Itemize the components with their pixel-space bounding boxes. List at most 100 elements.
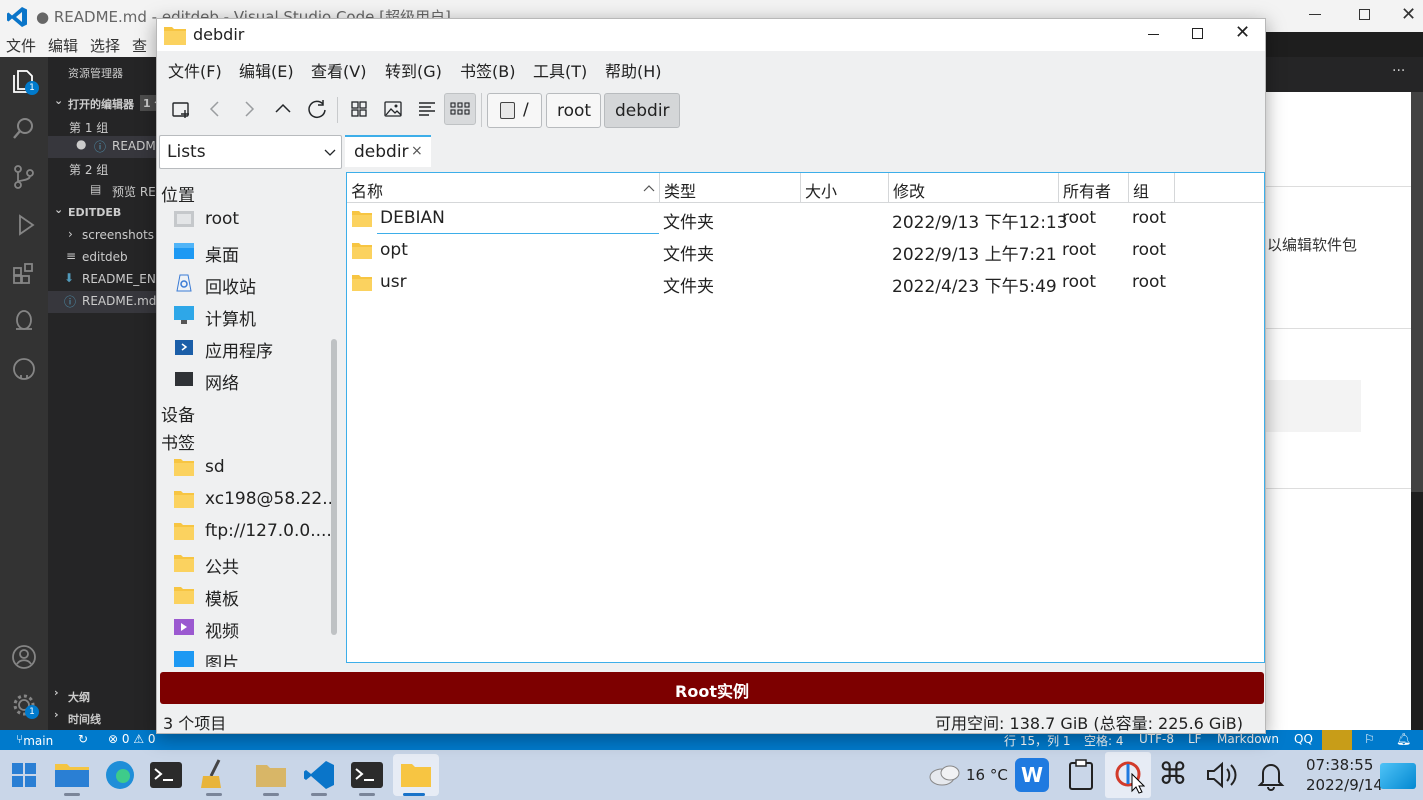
show-desktop-icon[interactable]	[1380, 763, 1416, 789]
file-row-opt[interactable]: opt 文件夹 2022/9/13 上午7:21 root root	[347, 235, 1264, 267]
new-tab-button[interactable]	[166, 94, 196, 124]
command-icon[interactable]: ⌘	[1158, 760, 1188, 790]
folder-section[interactable]: ⌄ EDITDEB	[48, 203, 160, 225]
column-type[interactable]: 类型	[660, 173, 801, 203]
preview-icon: ▤	[90, 182, 102, 196]
more-actions-icon[interactable]: ···	[1392, 63, 1405, 79]
applications-icon	[175, 340, 193, 355]
icons-view-button[interactable]	[344, 94, 374, 124]
explorer-panel: 资源管理器 ⌄ 打开的编辑器 1 个 第 1 组 ●ⓘREADME 第 2 组 …	[48, 57, 160, 730]
encoding-status[interactable]: UTF-8	[1139, 732, 1174, 746]
taskbar-folder[interactable]	[250, 754, 292, 796]
clock-time[interactable]: 07:38:55	[1306, 756, 1373, 774]
files-icon[interactable]: 1	[10, 67, 39, 95]
restore-icon[interactable]	[1359, 9, 1370, 20]
close-icon[interactable]: ✕	[1235, 22, 1250, 43]
taskbar-dolphin[interactable]	[393, 754, 439, 796]
copilot-status-icon[interactable]	[1322, 730, 1352, 750]
vscode-logo-icon	[7, 7, 27, 27]
github-icon[interactable]	[10, 355, 38, 383]
column-owner[interactable]: 所有者	[1059, 173, 1129, 203]
wps-icon[interactable]: W	[1015, 758, 1049, 792]
eol-status[interactable]: LF	[1188, 732, 1202, 746]
branch-status[interactable]: ⑂ main	[16, 732, 53, 748]
breadcrumb-root-device[interactable]: /	[487, 93, 542, 128]
column-group[interactable]: 组	[1129, 173, 1175, 203]
menu-edit[interactable]: 编辑(E)	[239, 58, 294, 82]
maximize-icon[interactable]	[1192, 28, 1203, 39]
language-status[interactable]: Markdown	[1217, 732, 1279, 746]
open-editors-section[interactable]: ⌄ 打开的编辑器 1 个	[48, 94, 160, 116]
notification-bell-icon[interactable]	[1256, 759, 1286, 791]
file-row-debian[interactable]: DEBIAN 文件夹 2022/9/13 下午12:13 root root	[347, 203, 1264, 235]
tab-close-icon[interactable]: ×	[411, 143, 423, 159]
vscode-menu-select[interactable]: 选择	[90, 35, 120, 56]
open-editor-preview[interactable]: ▤ 预览 RE	[48, 180, 160, 202]
tab-debdir[interactable]: debdir ×	[345, 135, 431, 167]
start-button[interactable]	[3, 754, 45, 796]
details-view-button[interactable]	[412, 94, 442, 124]
tree-item-screenshots[interactable]: › screenshots	[48, 225, 160, 247]
column-name[interactable]: 名称	[347, 173, 660, 203]
free-space[interactable]: 可用空间: 138.7 GiB (总容量: 225.6 GiB)	[935, 710, 1243, 734]
compact-view-button[interactable]	[444, 93, 476, 125]
file-row-usr[interactable]: usr 文件夹 2022/4/23 下午5:49 root root	[347, 267, 1264, 299]
menu-bookmarks[interactable]: 书签(B)	[460, 58, 515, 82]
sync-icon[interactable]: ↻	[78, 732, 88, 746]
weather-temp[interactable]: 16 °C	[966, 766, 1008, 784]
weather-icon[interactable]	[928, 763, 962, 787]
forward-button[interactable]	[234, 94, 264, 124]
places-scrollbar[interactable]	[331, 339, 337, 635]
clipboard-icon[interactable]	[1066, 759, 1096, 791]
run-debug-icon[interactable]	[10, 211, 38, 239]
qq-status[interactable]: QQ	[1294, 732, 1313, 746]
taskbar-terminal[interactable]	[145, 754, 187, 796]
taskbar-terminal-2[interactable]	[346, 754, 388, 796]
feedback-icon[interactable]: ⚐	[1364, 732, 1375, 746]
extensions-icon[interactable]	[10, 259, 38, 287]
clock-date[interactable]: 2022/9/14	[1306, 776, 1383, 794]
menu-help[interactable]: 帮助(H)	[605, 58, 662, 82]
menu-go[interactable]: 转到(G)	[385, 58, 442, 82]
cursor-position[interactable]: 行 15，列 1	[1004, 732, 1071, 749]
preview-button[interactable]	[378, 94, 408, 124]
volume-icon[interactable]	[1205, 760, 1241, 790]
minimize-icon[interactable]	[1309, 14, 1321, 15]
outline-section[interactable]: › 大纲	[48, 686, 160, 708]
problems-status[interactable]: ⊗ 0 ⚠ 0	[108, 732, 156, 746]
breadcrumb-root[interactable]: root	[546, 93, 601, 128]
column-size[interactable]: 大小	[801, 173, 889, 203]
breadcrumb-debdir[interactable]: debdir	[604, 93, 680, 128]
qq-icon[interactable]	[10, 307, 38, 335]
chevron-down-icon	[324, 149, 336, 156]
column-modified[interactable]: 修改	[889, 173, 1059, 203]
places-panel-selector[interactable]: Lists	[159, 135, 342, 169]
vscode-menu-edit[interactable]: 编辑	[48, 35, 78, 56]
close-icon[interactable]: ✕	[1401, 4, 1416, 25]
account-icon[interactable]	[10, 643, 38, 671]
tree-item-readme-en[interactable]: ⬇ README_EN	[48, 269, 160, 291]
tree-item-editdeb[interactable]: ≡ editdeb	[48, 247, 160, 269]
source-control-icon[interactable]	[10, 163, 38, 191]
menu-view[interactable]: 查看(V)	[311, 58, 366, 82]
taskbar-file-explorer[interactable]	[51, 754, 93, 796]
back-button[interactable]	[200, 94, 230, 124]
menu-tools[interactable]: 工具(T)	[533, 58, 587, 82]
indent-status[interactable]: 空格: 4	[1084, 732, 1124, 749]
vscode-menu-file[interactable]: 文件	[6, 35, 36, 56]
settings-gear-icon[interactable]: 1	[10, 691, 39, 719]
reload-button[interactable]	[302, 94, 332, 124]
taskbar-vscode[interactable]	[298, 754, 340, 796]
taskbar-cleaner[interactable]	[193, 754, 235, 796]
open-editor-readme[interactable]: ● ⓘ README	[48, 136, 160, 158]
timeline-section[interactable]: › 时间线	[48, 708, 160, 730]
minimize-icon[interactable]	[1148, 34, 1159, 35]
up-button[interactable]	[268, 94, 298, 124]
taskbar-edge[interactable]	[99, 754, 141, 796]
terminal-icon	[351, 762, 383, 788]
search-icon[interactable]	[10, 115, 38, 143]
menu-file[interactable]: 文件(F)	[168, 58, 222, 82]
editor-scrollbar[interactable]	[1411, 92, 1423, 492]
tree-item-readme-md[interactable]: ⓘ README.md	[48, 291, 160, 313]
notifications-icon[interactable]: 🔔︎	[1396, 732, 1411, 746]
